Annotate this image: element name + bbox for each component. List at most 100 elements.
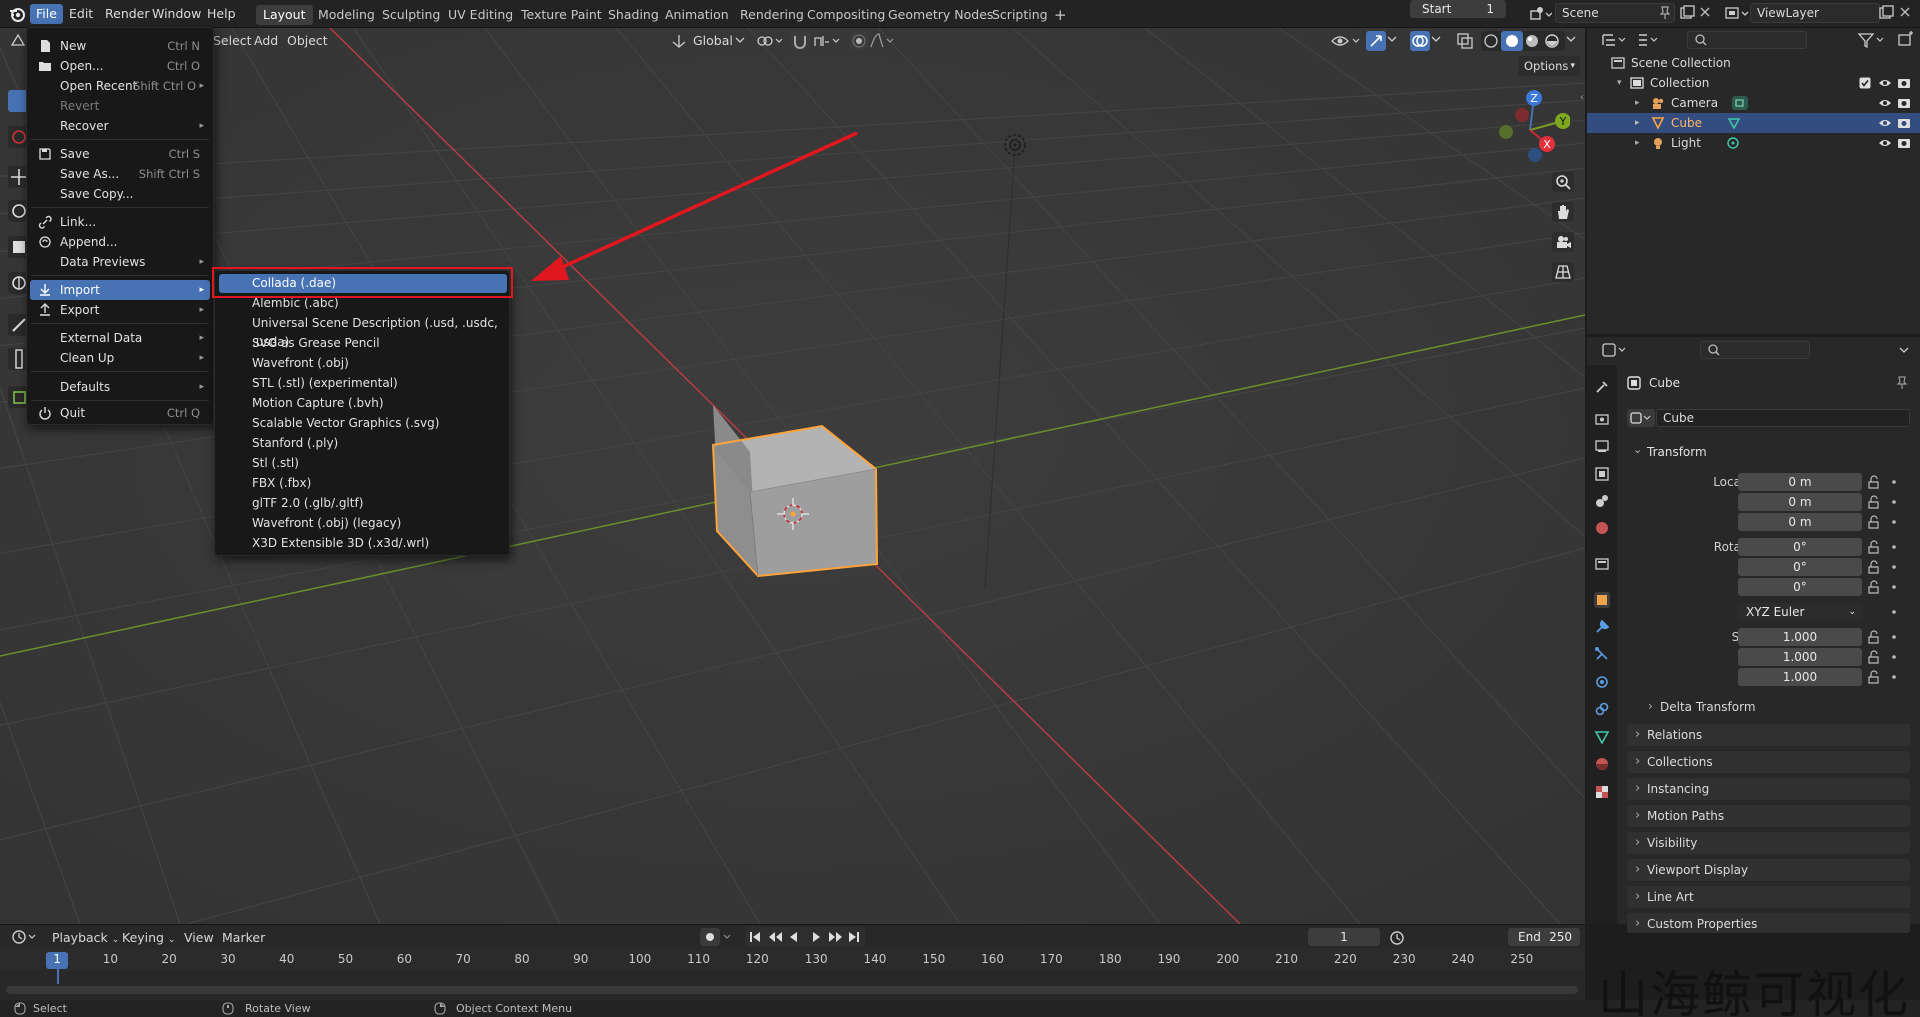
render-camera-icon[interactable] xyxy=(1897,76,1911,90)
scale-x-field[interactable]: 1.000 xyxy=(1738,628,1862,646)
visibility-selector-icon[interactable] xyxy=(1330,32,1362,50)
new-scene-icon[interactable] xyxy=(1679,5,1695,21)
location-x-field[interactable]: 0 m xyxy=(1738,473,1862,491)
checkbox-icon[interactable] xyxy=(1859,77,1871,89)
outliner-item-light[interactable]: ▸ Light xyxy=(1587,133,1920,153)
import-fbx[interactable]: FBX (.fbx) xyxy=(219,474,507,493)
menu-keying[interactable]: Keying ⌄ xyxy=(122,930,176,945)
tab-modeling[interactable]: Modeling xyxy=(311,5,382,25)
outliner-search-input[interactable] xyxy=(1687,31,1807,49)
rotation-z-field[interactable]: 0° xyxy=(1738,578,1862,596)
pin-icon[interactable] xyxy=(1896,376,1908,390)
timeline-scrollbar[interactable] xyxy=(6,986,1578,994)
file-menu-defaults[interactable]: Defaults ▸ xyxy=(30,377,210,397)
view-layer-icon[interactable] xyxy=(1724,5,1750,23)
file-menu-open-recent[interactable]: Open Recent Shift Ctrl O ▸ xyxy=(30,76,210,96)
perspective-toggle-icon[interactable] xyxy=(1552,262,1574,282)
menu-add[interactable]: Add xyxy=(254,33,278,48)
world-tab-icon[interactable] xyxy=(1594,520,1610,536)
import-ply[interactable]: Stanford (.ply) xyxy=(219,434,507,453)
properties-options-chevron-icon[interactable] xyxy=(1899,345,1909,355)
expand-chevron-icon[interactable]: ▸ xyxy=(1635,93,1640,113)
outliner-collection[interactable]: ▾ Collection xyxy=(1587,73,1920,93)
menu-view[interactable]: View xyxy=(184,930,214,945)
rotation-y-field[interactable]: 0° xyxy=(1738,558,1862,576)
menu-object[interactable]: Object xyxy=(287,33,328,48)
output-tab-icon[interactable] xyxy=(1594,438,1610,454)
modifier-tab-icon[interactable] xyxy=(1594,619,1610,635)
collection-tab-icon[interactable] xyxy=(1594,556,1610,572)
render-camera-icon[interactable] xyxy=(1897,96,1911,110)
pivot-point-icon[interactable] xyxy=(756,33,786,49)
file-menu-save-copy[interactable]: Save Copy... xyxy=(30,184,210,204)
current-frame-field[interactable]: 1 xyxy=(1308,928,1380,946)
scene-tab-icon[interactable] xyxy=(1594,493,1610,509)
view-layer-field[interactable]: ViewLayer xyxy=(1750,3,1880,23)
camera-data-icon[interactable] xyxy=(1731,95,1749,111)
object-name-field[interactable]: Cube xyxy=(1656,409,1910,427)
object-browse-icon[interactable] xyxy=(1627,409,1655,427)
properties-search-input[interactable] xyxy=(1700,341,1810,359)
file-menu-import[interactable]: Import ▸ xyxy=(30,280,210,300)
eye-icon[interactable] xyxy=(1878,77,1892,89)
display-mode-icon[interactable] xyxy=(1637,31,1663,49)
render-camera-icon[interactable] xyxy=(1897,116,1911,130)
tab-layout[interactable]: Layout xyxy=(256,5,313,25)
file-menu-data-previews[interactable]: Data Previews ▸ xyxy=(30,252,210,272)
visibility-panel-header[interactable]: Visibility xyxy=(1627,832,1910,854)
pin-icon[interactable] xyxy=(1659,6,1671,20)
xray-toggle-icon[interactable] xyxy=(1456,32,1474,50)
new-collection-icon[interactable] xyxy=(1897,31,1915,49)
import-bvh[interactable]: Motion Capture (.bvh) xyxy=(219,394,507,413)
rotation-x-field[interactable]: 0° xyxy=(1738,538,1862,556)
tab-compositing[interactable]: Compositing xyxy=(800,5,892,25)
proportional-edit-icon[interactable] xyxy=(850,32,868,50)
import-svg-grease-pencil[interactable]: SVG as Grease Pencil xyxy=(219,334,507,353)
snap-toggle-icon[interactable] xyxy=(790,32,810,50)
delta-transform-subpanel[interactable]: › Delta Transform xyxy=(1648,697,1908,717)
add-workspace-button[interactable]: + xyxy=(1047,5,1074,25)
blender-logo-icon[interactable] xyxy=(8,5,26,23)
playback-controls[interactable] xyxy=(745,927,865,947)
eye-icon[interactable] xyxy=(1878,97,1892,109)
import-gltf[interactable]: glTF 2.0 (.glb/.gltf) xyxy=(219,494,507,513)
light-data-icon[interactable] xyxy=(1726,136,1740,150)
shading-chevron-icon[interactable] xyxy=(1566,34,1576,44)
tab-shading[interactable]: Shading xyxy=(601,5,666,25)
custom-properties-panel-header[interactable]: Custom Properties xyxy=(1627,913,1910,935)
delete-view-layer-icon[interactable] xyxy=(1898,5,1912,19)
import-x3d[interactable]: X3D Extensible 3D (.x3d/.wrl) xyxy=(219,534,507,553)
menu-help[interactable]: Help xyxy=(201,4,242,24)
file-menu-save-as[interactable]: Save As... Shift Ctrl S xyxy=(30,164,210,184)
scale-y-field[interactable]: 1.000 xyxy=(1738,648,1862,666)
tab-sculpting[interactable]: Sculpting xyxy=(375,5,447,25)
file-menu-clean-up[interactable]: Clean Up ▸ xyxy=(30,348,210,368)
end-frame-field[interactable]: End 250 xyxy=(1508,928,1580,946)
gizmo-toggle-icon[interactable] xyxy=(1366,31,1386,51)
import-wavefront-obj[interactable]: Wavefront (.obj) xyxy=(219,354,507,373)
data-tab-icon[interactable] xyxy=(1594,729,1610,745)
orientation-dropdown[interactable]: Global xyxy=(693,33,733,48)
start-frame-field[interactable]: Start 1 xyxy=(1410,0,1506,18)
filter-icon[interactable] xyxy=(1857,31,1889,49)
file-menu-quit[interactable]: Quit Ctrl Q xyxy=(30,403,210,423)
hand-pan-icon[interactable] xyxy=(1552,202,1574,222)
render-tab-icon[interactable] xyxy=(1594,411,1610,427)
options-dropdown[interactable]: Options ▾ xyxy=(1518,56,1580,76)
import-obj-legacy[interactable]: Wavefront (.obj) (legacy) xyxy=(219,514,507,533)
menu-file[interactable]: File xyxy=(30,4,63,24)
import-stl[interactable]: Stl (.stl) xyxy=(219,454,507,473)
file-menu-recover[interactable]: Recover ▸ xyxy=(30,116,210,136)
render-camera-icon[interactable] xyxy=(1897,136,1911,150)
scene-selector-icon[interactable] xyxy=(1527,5,1555,23)
navigation-gizmo[interactable]: Z Y X xyxy=(1490,88,1570,170)
transform-orientation-icon[interactable] xyxy=(671,33,687,49)
transform-panel-header[interactable]: ⌄ Transform xyxy=(1627,441,1910,463)
outliner-editor-type-icon[interactable] xyxy=(1601,31,1631,49)
file-menu-link[interactable]: Link... xyxy=(30,212,210,232)
particles-tab-icon[interactable] xyxy=(1594,646,1610,662)
file-menu-external-data[interactable]: External Data ▸ xyxy=(30,328,210,348)
rotation-mode-dropdown[interactable]: XYZ Euler ⌄ xyxy=(1738,603,1862,621)
light-object-icon[interactable] xyxy=(1003,133,1027,157)
expand-chevron-icon[interactable]: ▸ xyxy=(1635,113,1640,133)
